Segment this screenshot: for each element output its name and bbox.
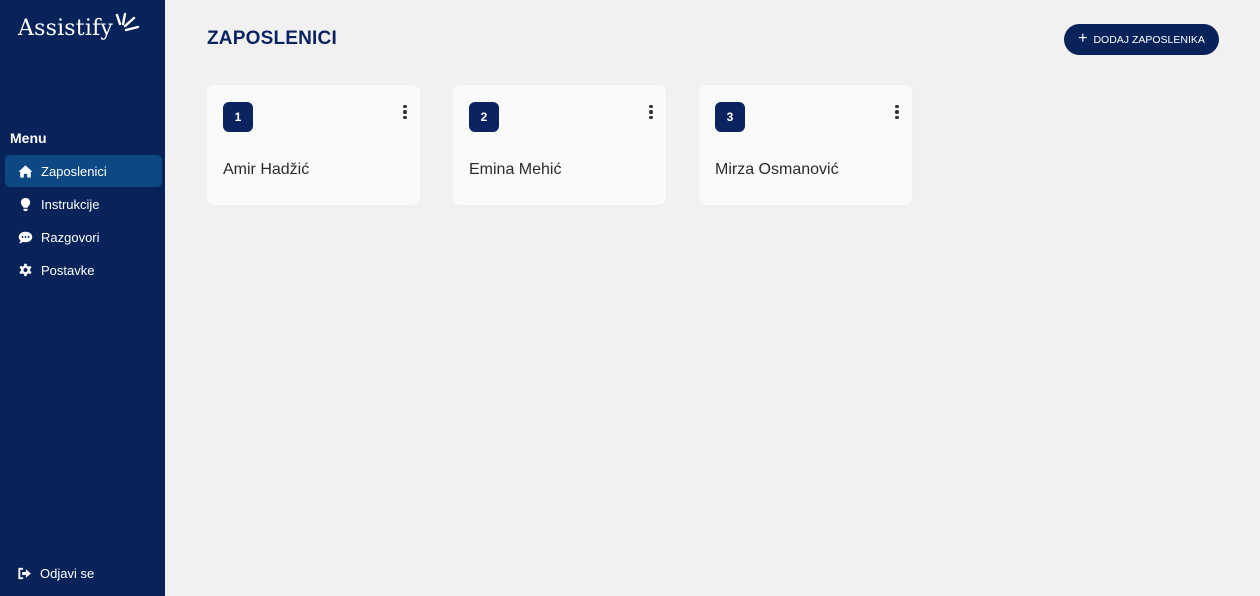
kebab-menu-icon[interactable] (398, 103, 412, 121)
sidebar-item-postavke[interactable]: Postavke (5, 254, 162, 286)
employee-number-badge: 3 (715, 102, 745, 132)
kebab-menu-icon[interactable] (644, 103, 658, 121)
sidebar-item-label: Instrukcije (41, 196, 100, 212)
sidebar-item-razgovori[interactable]: Razgovori (5, 221, 162, 253)
page-title: ZAPOSLENICI (207, 28, 337, 49)
sidebar-item-zaposlenici[interactable]: Zaposlenici (5, 155, 162, 187)
employee-list: 1 Amir Hadžić 2 Emina Mehić 3 Mirza Osma… (207, 85, 912, 205)
lightbulb-icon (17, 196, 33, 212)
sidebar-item-label: Zaposlenici (41, 163, 107, 179)
add-employee-label: DODAJ ZAPOSLENIKA (1093, 33, 1205, 46)
kebab-menu-icon[interactable] (890, 103, 904, 121)
employee-number-badge: 2 (469, 102, 499, 132)
employee-card[interactable]: 1 Amir Hadžić (207, 85, 420, 205)
plus-icon: + (1078, 30, 1088, 47)
gear-icon (17, 262, 33, 278)
employee-number-badge: 1 (223, 102, 253, 132)
sidebar-item-label: Postavke (41, 262, 95, 278)
employee-card[interactable]: 2 Emina Mehić (453, 85, 666, 205)
app-logo[interactable]: Assistify (18, 12, 141, 50)
employee-name: Mirza Osmanović (715, 161, 839, 178)
logout-button[interactable]: Odjavi se (16, 562, 94, 584)
sidebar: Assistify Menu Zaposlenici Instrukcije R (0, 0, 165, 596)
logo-text: Assistify (18, 16, 114, 41)
sidebar-item-instrukcije[interactable]: Instrukcije (5, 188, 162, 220)
home-icon (17, 163, 33, 179)
sidebar-item-label: Razgovori (41, 229, 100, 245)
menu-heading: Menu (10, 130, 47, 146)
logo-rays-icon (115, 12, 140, 32)
sidebar-nav: Zaposlenici Instrukcije Razgovori Postav… (5, 155, 162, 287)
add-employee-button[interactable]: + DODAJ ZAPOSLENIKA (1064, 24, 1219, 55)
chat-icon (17, 229, 33, 245)
employee-name: Amir Hadžić (223, 161, 310, 178)
logout-icon (16, 565, 32, 581)
logout-label: Odjavi se (40, 565, 95, 581)
employee-name: Emina Mehić (469, 161, 562, 178)
employee-card[interactable]: 3 Mirza Osmanović (699, 85, 912, 205)
